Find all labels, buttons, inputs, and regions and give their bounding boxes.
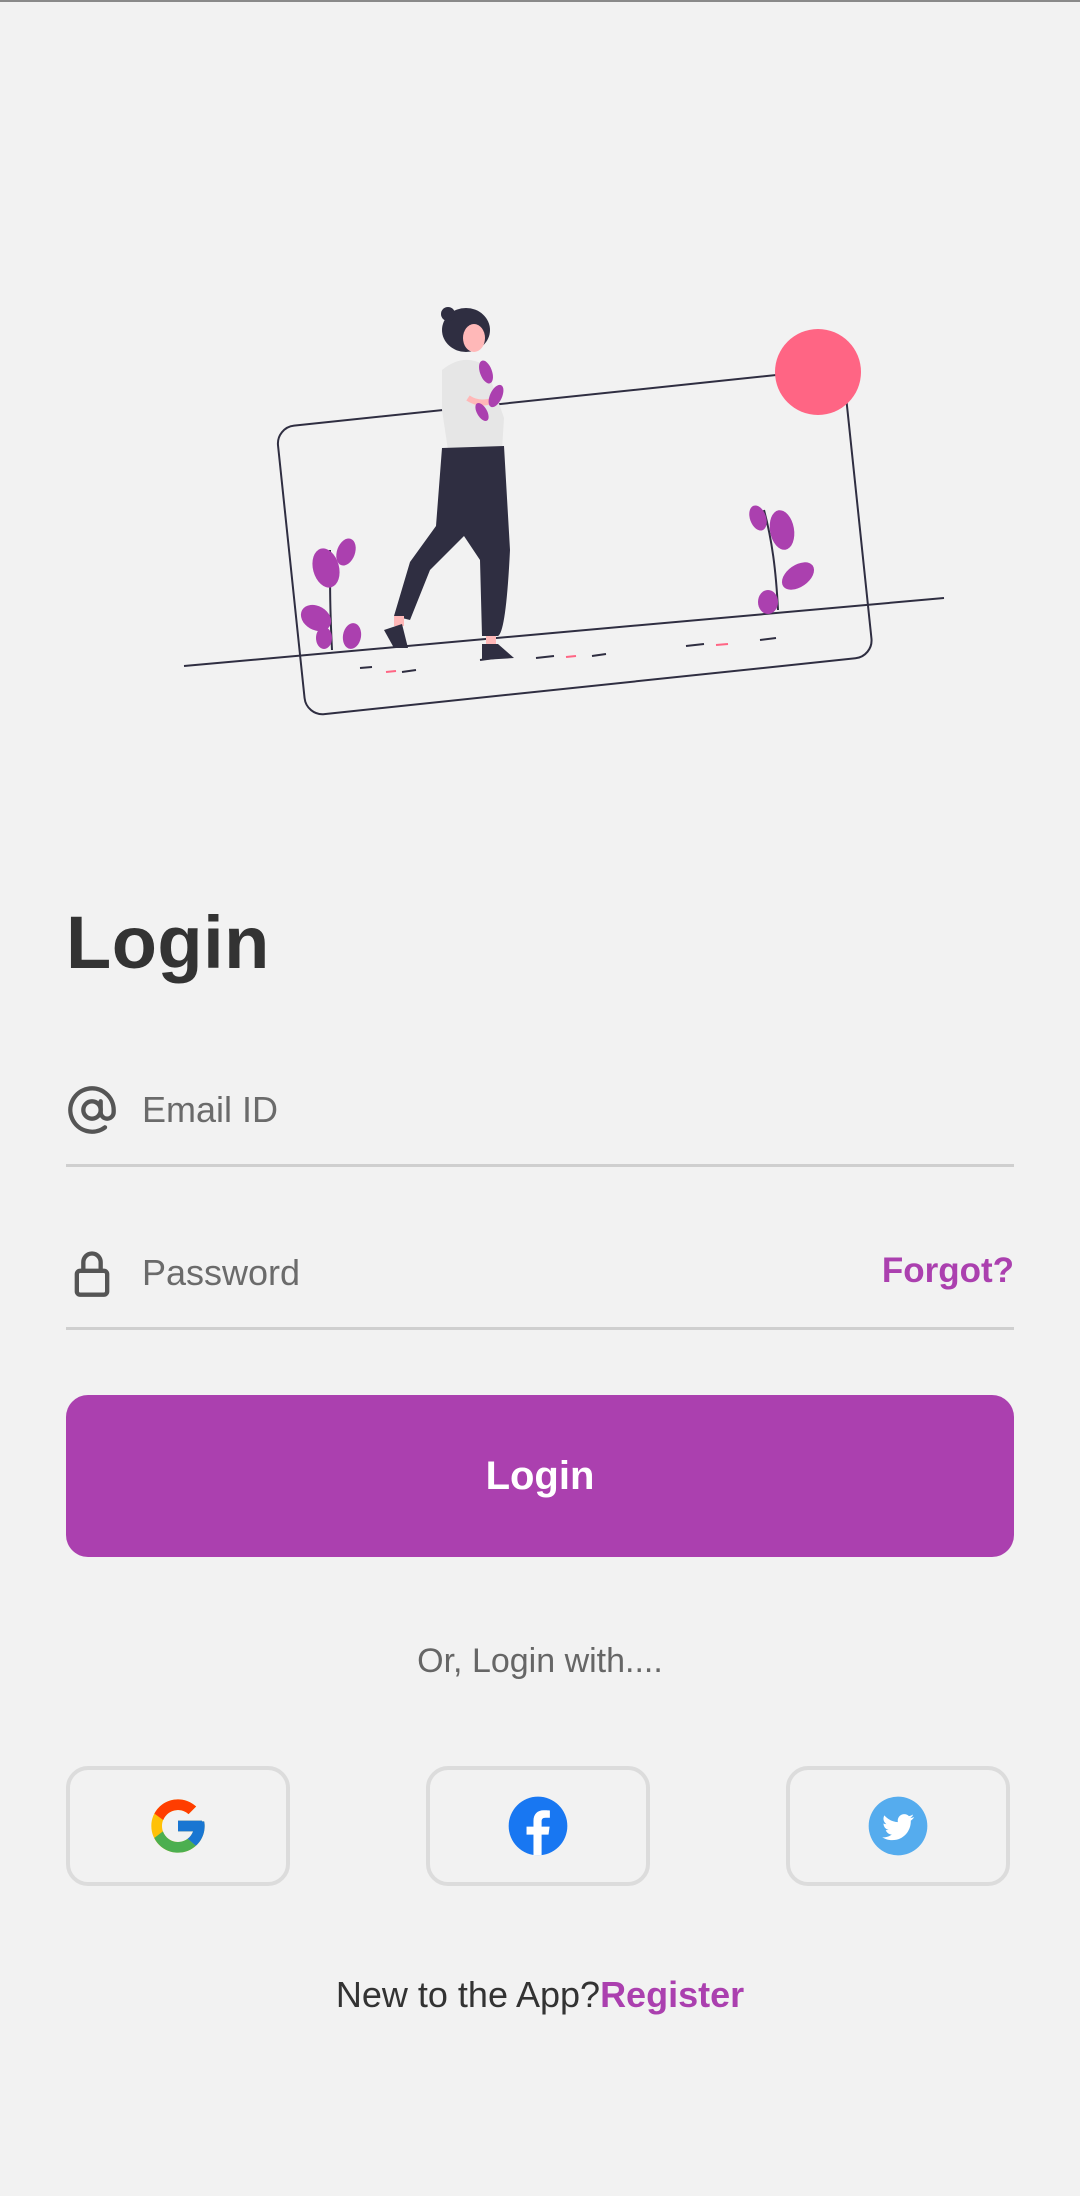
at-sign-icon [68,1086,116,1134]
google-icon [151,1799,205,1853]
forgot-password-link[interactable]: Forgot? [882,1251,1014,1291]
register-prompt-text: New to the App? [335,1974,601,2015]
person-figure [384,307,514,660]
register-prompt: New to the App?Register [0,1974,1080,2016]
login-illustration [183,307,945,716]
twitter-icon [868,1796,928,1856]
ground-scribbles [359,637,777,673]
twitter-login-button[interactable] [786,1766,1010,1886]
password-input[interactable] [142,1243,842,1303]
plant-left-icon [300,538,362,651]
facebook-icon [508,1796,568,1856]
plant-right-icon [749,505,815,614]
email-input[interactable] [142,1080,842,1140]
password-field[interactable]: Forgot? [66,1243,1014,1330]
sun-circle [775,329,861,415]
register-link[interactable]: Register [600,1974,744,2015]
google-login-button[interactable] [66,1766,290,1886]
login-button[interactable]: Login [66,1395,1014,1557]
page-title: Login [66,901,270,984]
lock-icon [74,1251,110,1297]
alt-login-text: Or, Login with.... [417,1642,663,1680]
status-divider [0,0,1080,2]
facebook-login-button[interactable] [426,1766,650,1886]
email-field[interactable] [66,1080,1014,1167]
